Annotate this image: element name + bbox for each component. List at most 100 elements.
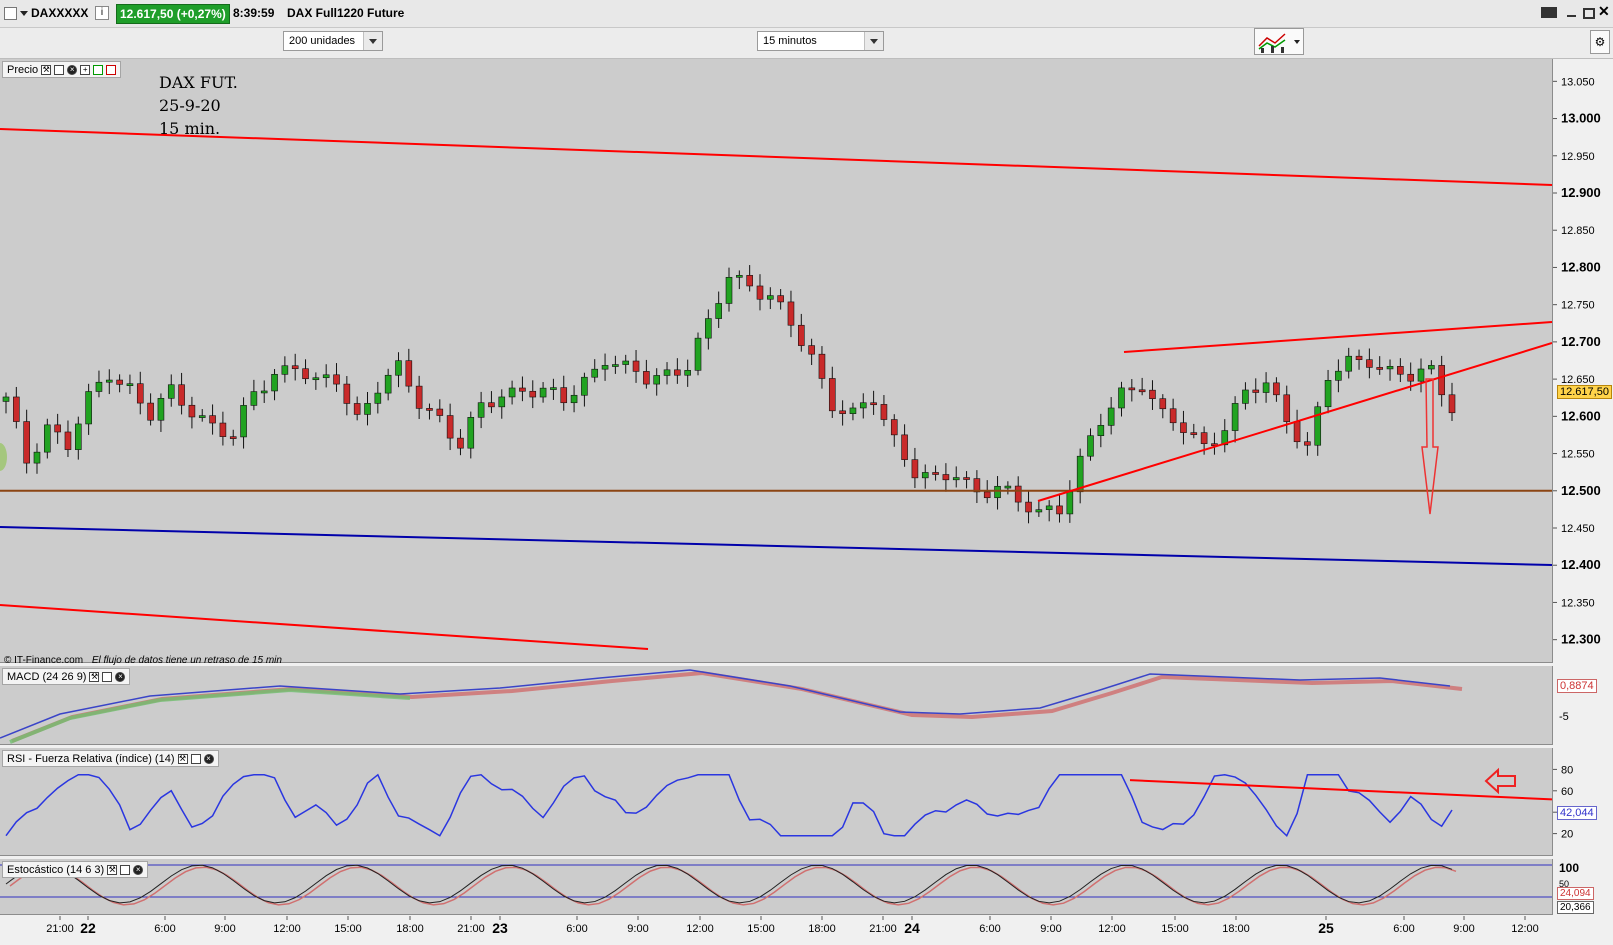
candle-body (963, 477, 970, 480)
candle-body (467, 417, 475, 449)
maximize-icon[interactable] (120, 864, 131, 875)
close-icon[interactable]: ✕ (1598, 3, 1610, 20)
chart-type-button[interactable] (1254, 28, 1304, 55)
close-panel-icon[interactable]: × (115, 671, 126, 682)
symbol-dropdown-icon[interactable] (20, 11, 28, 16)
wrench-icon[interactable]: ⚒ (41, 64, 52, 75)
lower-trendline (0, 604, 649, 650)
copyright-text: © IT-Finance.com (4, 655, 84, 666)
candle-body (1169, 408, 1177, 424)
candle-body (1231, 403, 1239, 431)
price-axis-label: 12.450 (1561, 523, 1595, 535)
interval-select-value: 15 minutos (763, 35, 817, 47)
time-axis-label: 6:00 (154, 923, 175, 935)
units-select-value: 200 unidades (289, 35, 356, 47)
candle-body (901, 434, 908, 460)
price-axis-label: 13.050 (1561, 76, 1595, 88)
price-axis-label: 12.700 (1561, 334, 1601, 349)
candle-body (746, 275, 753, 287)
symbol-label[interactable]: DAXXXXX (31, 6, 88, 20)
current-price-tag: 12.617,50 (1557, 385, 1612, 399)
close-panel-icon[interactable]: × (133, 864, 144, 875)
candle-body (13, 396, 20, 422)
add-panel-icon[interactable]: + (80, 64, 91, 75)
candle-body (446, 415, 454, 439)
candle-body (291, 365, 299, 370)
candle-body (1366, 359, 1373, 368)
time-axis-label: 9:00 (1040, 923, 1061, 935)
wrench-icon[interactable]: ⚒ (89, 671, 100, 682)
candle-body (1355, 355, 1363, 360)
chevron-down-icon[interactable] (363, 32, 382, 50)
candle-body (1376, 367, 1383, 370)
wrench-icon[interactable]: ⚒ (177, 753, 188, 764)
settings-icon[interactable]: ⚙ (1590, 30, 1610, 54)
candle-body (581, 376, 588, 396)
wrench-icon[interactable]: ⚒ (107, 864, 118, 875)
title-bar: DAXXXXX i 12.617,50 (+0,27%) 8:39:59 DAX… (0, 0, 1613, 28)
clock-time: 8:39:59 (233, 6, 275, 20)
chevron-down-icon[interactable] (1294, 40, 1300, 44)
remove-icon[interactable] (106, 64, 117, 75)
rsi-chart[interactable] (0, 748, 1552, 855)
restore-icon[interactable] (1583, 8, 1595, 19)
candle-body (1262, 382, 1270, 393)
time-axis-label: 6:00 (979, 923, 1000, 935)
maximize-icon[interactable] (54, 64, 65, 75)
candle-body (85, 391, 92, 425)
minimize-icon[interactable] (1567, 15, 1576, 17)
candle-body (64, 431, 72, 450)
candle-body (539, 387, 547, 398)
macd-value-tag: 0,8874 (1557, 679, 1597, 693)
candle-body (1242, 389, 1249, 404)
candle-body (488, 402, 495, 408)
chevron-down-icon[interactable] (864, 32, 883, 50)
candle-body (75, 423, 82, 450)
candle-body (250, 391, 258, 406)
candle-body (1438, 365, 1445, 396)
candle-body (1314, 406, 1322, 446)
maximize-icon[interactable] (190, 753, 201, 764)
stoch-chart[interactable] (0, 859, 1552, 914)
price-axis-label: 12.750 (1561, 300, 1595, 312)
candle-body (1397, 366, 1404, 375)
export-icon[interactable] (93, 64, 104, 75)
macd-chart[interactable] (0, 666, 1552, 744)
chart-toolbar: 200 unidades 15 minutos ⚙ (0, 28, 1613, 59)
candle-body (364, 403, 371, 415)
keyboard-icon[interactable] (1541, 7, 1557, 18)
candle-body (591, 368, 599, 378)
time-axis-label: 9:00 (627, 923, 648, 935)
candle-body (736, 275, 743, 278)
candle-body (1097, 425, 1105, 437)
candle-body (1004, 485, 1012, 489)
candle-body (942, 474, 950, 481)
rsi-panel-header: RSI - Fuerza Relativa (índice) (14) ⚒ × (2, 750, 219, 767)
scroll-handle (0, 443, 7, 471)
macd-axis: 0,8874 -5 (1553, 666, 1613, 745)
time-axis-label: 24 (904, 920, 920, 936)
maximize-icon[interactable] (102, 671, 113, 682)
stoch-panel: Estocástico (14 6 3) ⚒ × (0, 859, 1553, 915)
price-panel-label: Precio (7, 63, 39, 76)
candle-body (1087, 435, 1094, 457)
candle-body (1252, 389, 1260, 393)
price-chart[interactable] (0, 59, 1552, 662)
close-panel-icon[interactable]: × (203, 753, 214, 764)
candle-body (1190, 432, 1198, 435)
price-axis-label: 12.400 (1561, 557, 1601, 572)
candle-body (426, 408, 433, 411)
price-axis-label: 12.600 (1561, 408, 1601, 423)
time-axis-label: 15:00 (747, 923, 775, 935)
annotation-line: 15 min. (159, 119, 221, 138)
candle-body (1107, 407, 1115, 426)
candle-body (395, 360, 402, 376)
close-panel-icon[interactable]: × (67, 64, 78, 75)
candle-body (1159, 398, 1167, 410)
interval-select[interactable]: 15 minutos (757, 31, 884, 51)
units-select[interactable]: 200 unidades (283, 31, 383, 51)
time-axis: 21:00 22 6:00 9:00 12:00 15:00 18:00 21:00 23 6:0… (0, 916, 1613, 942)
candle-body (126, 383, 134, 386)
candle-body (921, 472, 929, 479)
info-icon[interactable]: i (95, 6, 109, 20)
